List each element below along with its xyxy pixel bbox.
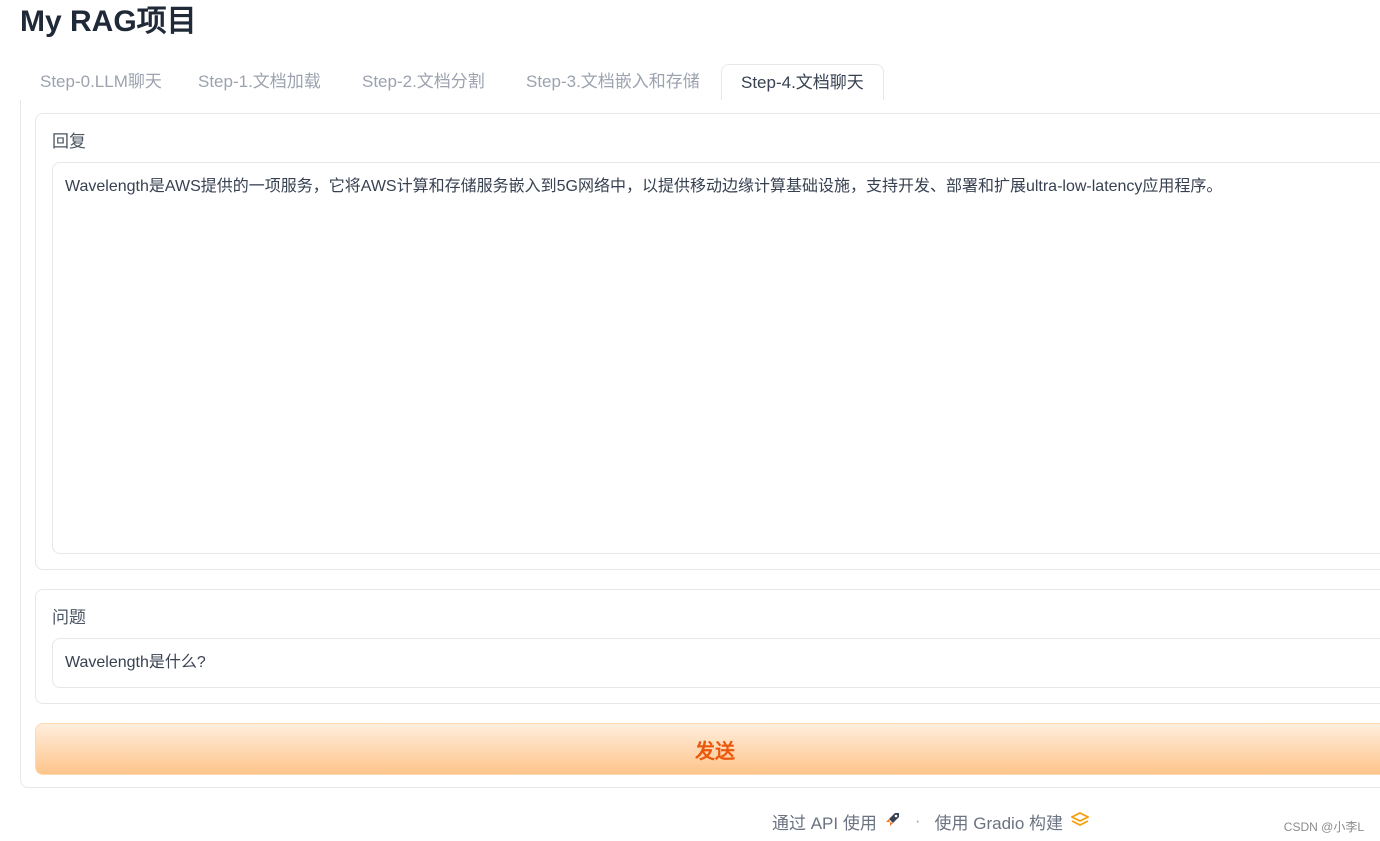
question-label: 问题 bbox=[52, 608, 86, 627]
reply-textarea[interactable]: Wavelength是AWS提供的一项服务，它将AWS计算和存储服务嵌入到5G网… bbox=[52, 162, 1380, 554]
tab-step-4[interactable]: Step-4.文档聊天 bbox=[721, 64, 884, 102]
tab-step-0[interactable]: Step-0.LLM聊天 bbox=[40, 64, 162, 100]
question-block: 问题 Wavelength是什么? bbox=[35, 589, 1380, 704]
tab-step-3[interactable]: Step-3.文档嵌入和存储 bbox=[526, 64, 700, 100]
watermark: CSDN @小李L bbox=[1283, 820, 1364, 834]
reply-label: 回复 bbox=[52, 132, 86, 151]
tab-bar: Step-0.LLM聊天 Step-1.文档加载 Step-2.文档分割 Ste… bbox=[20, 64, 1380, 102]
tab-step-2[interactable]: Step-2.文档分割 bbox=[362, 64, 485, 100]
footer: 通过 API 使用 · 使用 Gradio 构建 bbox=[772, 808, 1091, 834]
send-button[interactable]: 发送 bbox=[35, 723, 1380, 775]
gradio-link[interactable]: 使用 Gradio 构建 bbox=[935, 809, 1063, 834]
rocket-icon bbox=[885, 811, 901, 832]
api-link[interactable]: 通过 API 使用 bbox=[772, 809, 877, 834]
footer-separator: · bbox=[914, 811, 921, 830]
gradio-logo-icon bbox=[1070, 811, 1091, 831]
page-title: My RAG项目 bbox=[20, 5, 197, 38]
tab-step-1[interactable]: Step-1.文档加载 bbox=[198, 64, 321, 100]
reply-block: 回复 Wavelength是AWS提供的一项服务，它将AWS计算和存储服务嵌入到… bbox=[35, 113, 1380, 570]
question-input[interactable]: Wavelength是什么? bbox=[52, 638, 1380, 688]
